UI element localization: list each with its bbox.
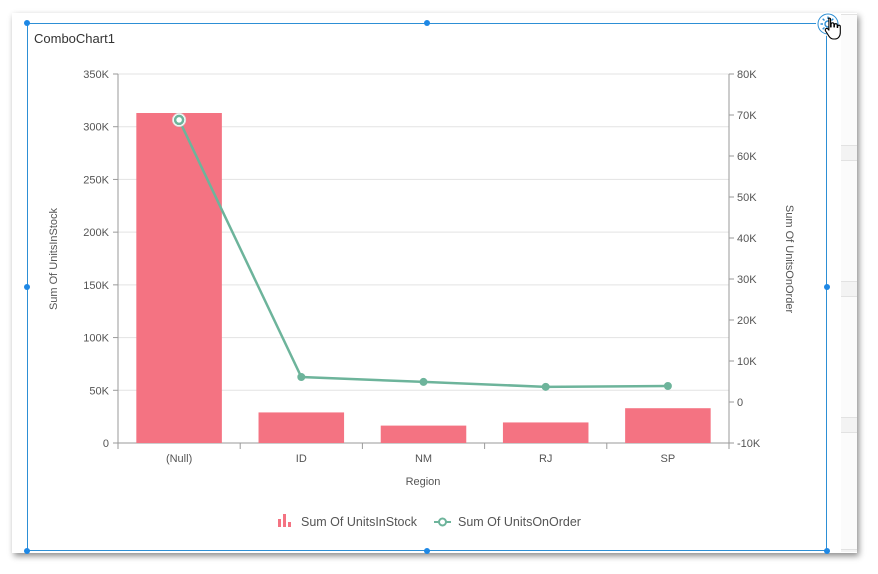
data-point <box>419 377 428 386</box>
bar-series <box>136 113 711 443</box>
y-tick-label: 250K <box>83 174 109 186</box>
x-tick-label: NM <box>415 453 432 465</box>
stage: ComboChart1 0 50K 100K 150K 200K 250K 300K 350K… <box>0 0 878 574</box>
legend-item-units-in-stock[interactable]: Sum Of UnitsInStock <box>278 514 418 529</box>
data-point <box>663 382 672 391</box>
bar <box>380 425 467 443</box>
combo-chart: 0 50K 100K 150K 200K 250K 300K 350K -10K 0 10K 20K 3… <box>48 69 795 529</box>
y2-tick-label: 60K <box>737 151 757 163</box>
y2-tick-label: 30K <box>737 274 757 286</box>
x-tick-label: (Null) <box>166 453 192 465</box>
legend-bar-icon <box>278 519 281 527</box>
legend-marker-icon <box>438 517 447 527</box>
bar <box>258 412 345 443</box>
y2-tick-label: 40K <box>737 233 757 245</box>
y-tick-label: 0 <box>103 438 109 450</box>
y2-tick-label: 10K <box>737 356 757 368</box>
bar <box>502 422 589 443</box>
y2-tick-label: -10K <box>737 438 761 450</box>
y-tick-label: 150K <box>83 280 109 292</box>
data-point <box>173 114 185 126</box>
x-tick-label: ID <box>296 453 307 465</box>
y-tick-label: 300K <box>83 122 109 134</box>
y-axis-title: Sum Of UnitsInStock <box>48 207 60 310</box>
y2-tick-label: 70K <box>737 110 757 122</box>
legend-bar-icon <box>283 514 286 527</box>
data-point <box>541 382 550 391</box>
y-tick-label: 200K <box>83 227 109 239</box>
x-tick-label: RJ <box>539 453 552 465</box>
y2-tick-label: 20K <box>737 315 757 327</box>
y2-tick-label: 80K <box>737 69 757 81</box>
series-line <box>177 119 668 389</box>
y2-axis-title: Sum Of UnitsOnOrder <box>783 205 795 314</box>
y2-tick-label: 50K <box>737 192 757 204</box>
legend-label: Sum Of UnitsOnOrder <box>458 515 581 529</box>
legend-bar-icon <box>288 522 291 527</box>
y-tick-label: 100K <box>83 333 109 345</box>
line-series <box>172 112 672 391</box>
x-axis-title: Region <box>406 476 441 488</box>
legend-label: Sum Of UnitsInStock <box>301 515 418 529</box>
x-tick-label: SP <box>661 453 676 465</box>
y-tick-label: 350K <box>83 69 109 81</box>
legend: Sum Of UnitsInStock Sum Of UnitsOnOrder <box>278 514 581 529</box>
legend-item-units-on-order[interactable]: Sum Of UnitsOnOrder <box>434 515 581 529</box>
y2-tick-label: 0 <box>737 397 743 409</box>
data-point <box>297 372 306 381</box>
bar <box>136 113 222 443</box>
bar <box>625 408 711 443</box>
y-tick-label: 50K <box>89 385 109 397</box>
